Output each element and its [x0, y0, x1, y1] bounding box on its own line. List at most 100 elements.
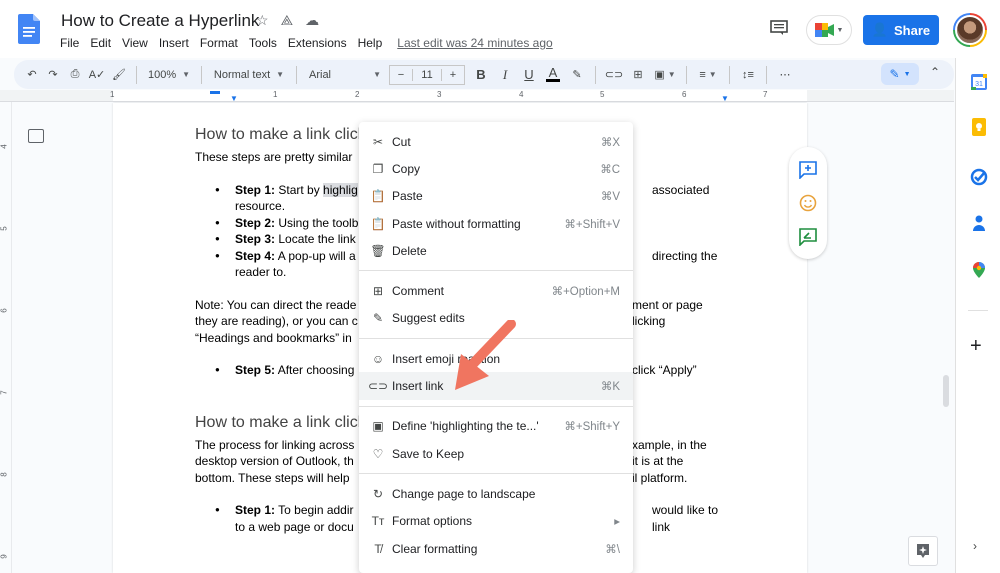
avatar[interactable]: [953, 13, 987, 47]
google-meet-icon: [814, 23, 834, 37]
google-tasks-icon[interactable]: [970, 168, 988, 186]
increase-font-size-button[interactable]: +: [442, 69, 464, 81]
star-icon[interactable]: ☆: [256, 12, 269, 29]
google-keep-icon[interactable]: [970, 118, 988, 136]
menu-file[interactable]: File: [60, 36, 79, 50]
google-docs-logo-icon[interactable]: [18, 14, 40, 44]
last-edit-link[interactable]: Last edit was 24 minutes ago: [397, 36, 552, 50]
menu-view[interactable]: View: [122, 36, 148, 50]
vertical-ruler[interactable]: 4 5 6 7 8 9: [0, 102, 12, 573]
google-calendar-icon[interactable]: 31: [970, 73, 988, 91]
redo-icon[interactable]: ↷: [42, 63, 64, 87]
first-line-indent-handle[interactable]: [210, 91, 220, 94]
horizontal-ruler[interactable]: 1 ▼ 1 2 3 4 5 6 ▼ 7: [0, 90, 954, 103]
dictionary-icon: ▣: [372, 419, 384, 434]
svg-text:31: 31: [975, 81, 983, 88]
menu-separator: [359, 270, 633, 272]
collapse-menus-icon[interactable]: ⌃: [930, 65, 940, 79]
chevron-down-icon: ▼: [836, 26, 844, 34]
menu-item-label: Comment: [392, 284, 445, 299]
lock-person-icon: 👤: [871, 22, 889, 37]
show-side-panel-icon[interactable]: ›: [973, 539, 977, 553]
google-maps-icon[interactable]: [970, 261, 988, 279]
menu-item-shortcut: ⌘K: [600, 381, 620, 394]
menu-separator: [359, 405, 633, 407]
chevron-down-icon: ▼: [903, 70, 911, 78]
document-title[interactable]: How to Create a Hyperlink: [61, 11, 259, 31]
more-options-icon[interactable]: ⋯: [773, 63, 797, 87]
decrease-font-size-button[interactable]: −: [390, 69, 412, 81]
font-size-input[interactable]: 11: [412, 68, 442, 81]
menu-item-format-options[interactable]: Tт Format options ▸: [359, 508, 633, 535]
menu-item-label: Save to Keep: [392, 446, 465, 461]
editing-mode-button[interactable]: ✎ ▼: [881, 63, 919, 85]
paste-plain-icon: 📋: [370, 216, 386, 231]
paste-icon: 📋: [370, 189, 386, 204]
spellcheck-icon[interactable]: A✓: [86, 63, 108, 87]
move-to-drive-icon[interactable]: ⟁: [281, 12, 294, 29]
emoji-icon: ☺: [371, 351, 385, 366]
menu-help[interactable]: Help: [358, 36, 383, 50]
comment-history-icon[interactable]: [770, 20, 788, 36]
menu-item-shortcut: ⌘+Shift+V: [564, 218, 620, 231]
trash-icon: 🗑: [370, 243, 386, 258]
meet-button[interactable]: ▼: [806, 15, 852, 45]
menu-item-define-highlighting-the-te[interactable]: ▣ Define 'highlighting the te...' ⌘+Shift+…: [359, 413, 633, 440]
copy-icon: ❐: [372, 161, 384, 176]
add-comment-icon[interactable]: ⊞: [626, 63, 650, 87]
insert-image-icon[interactable]: ▣ ▼: [650, 63, 680, 87]
menu-item-label: Delete: [392, 243, 427, 258]
menu-item-change-page-to-landscape[interactable]: ↻ Change page to landscape: [359, 480, 633, 507]
highlight-color-icon[interactable]: ✎: [565, 63, 589, 87]
right-indent-handle[interactable]: ▼: [721, 94, 729, 103]
menu-item-clear-formatting[interactable]: T̸ Clear formatting ⌘\: [359, 535, 633, 562]
left-indent-handle[interactable]: ▼: [230, 94, 238, 103]
menu-item-label: Define 'highlighting the te...': [392, 419, 539, 434]
align-icon[interactable]: ≡ ▼: [693, 63, 723, 87]
style-select[interactable]: Normal text ▼: [208, 63, 290, 87]
text-color-icon[interactable]: A: [541, 63, 565, 87]
suggest-edits-icon[interactable]: [799, 228, 817, 247]
menu-item-shortcut: ⌘V: [600, 191, 620, 204]
line-spacing-icon[interactable]: ↕≡: [736, 63, 760, 87]
paint-format-icon[interactable]: 🖌: [108, 63, 130, 87]
cloud-saved-icon[interactable]: ☁: [305, 12, 319, 29]
menu-edit[interactable]: Edit: [90, 36, 111, 50]
menu-item-label: Paste: [392, 189, 423, 204]
italic-icon[interactable]: I: [493, 63, 517, 87]
clear-format-icon: T̸: [374, 541, 382, 556]
menu-item-paste[interactable]: 📋 Paste ⌘V: [359, 183, 633, 210]
font-size-stepper: − 11 +: [389, 64, 465, 85]
menu-separator: [359, 473, 633, 475]
add-comment-icon[interactable]: [799, 161, 817, 180]
zoom-select[interactable]: 100% ▼: [143, 63, 195, 87]
menu-item-delete[interactable]: 🗑 Delete: [359, 237, 633, 264]
menu-insert[interactable]: Insert: [159, 36, 189, 50]
font-select[interactable]: Arial ▼: [303, 63, 385, 87]
menu-extensions[interactable]: Extensions: [288, 36, 347, 50]
explore-button[interactable]: [908, 536, 938, 566]
menu-item-label: Cut: [392, 134, 411, 149]
underline-icon[interactable]: U: [517, 63, 541, 87]
print-icon[interactable]: ⎙: [64, 63, 86, 87]
bold-icon[interactable]: B: [469, 63, 493, 87]
menu-tools[interactable]: Tools: [249, 36, 277, 50]
share-button[interactable]: 👤 Share: [863, 15, 939, 45]
menu-item-paste-without-formatting[interactable]: 📋 Paste without formatting ⌘+Shift+V: [359, 210, 633, 237]
menu-item-shortcut: ▸: [614, 516, 620, 529]
google-contacts-icon[interactable]: [970, 214, 988, 232]
pencil-icon: ✎: [889, 67, 900, 81]
emoji-reaction-icon[interactable]: [799, 194, 817, 212]
scrollbar[interactable]: [943, 375, 949, 407]
menu-item-comment[interactable]: ⊞ Comment ⌘+Option+M: [359, 277, 633, 304]
menu-item-save-to-keep[interactable]: ♡ Save to Keep: [359, 440, 633, 467]
menu-item-shortcut: ⌘X: [600, 136, 620, 149]
annotation-arrow: [455, 320, 516, 390]
menu-item-copy[interactable]: ❐ Copy ⌘C: [359, 155, 633, 182]
menu-item-cut[interactable]: ✂ Cut ⌘X: [359, 128, 633, 155]
menu-format[interactable]: Format: [200, 36, 238, 50]
insert-link-icon[interactable]: ⊂⊃: [602, 63, 626, 87]
add-addon-icon[interactable]: +: [970, 335, 982, 358]
document-outline-icon[interactable]: [28, 129, 44, 143]
undo-icon[interactable]: ↶: [22, 63, 42, 87]
